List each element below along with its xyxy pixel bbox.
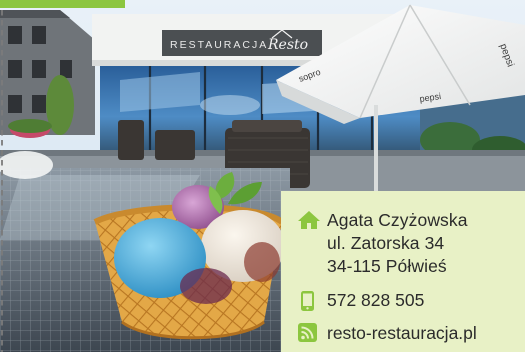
home-icon xyxy=(298,211,320,229)
advert-frame: RESTAURACJA Resto sopro pepsi pepsi Agat… xyxy=(0,0,525,352)
postal-city: 34-115 Półwieś xyxy=(327,256,447,276)
contact-name: Agata Czyżowska xyxy=(327,210,468,230)
accent-tab xyxy=(0,0,125,8)
address-block: Agata Czyżowska ul. Zatorska 34 34-115 P… xyxy=(327,209,468,278)
sign-logo: Resto xyxy=(267,37,308,53)
contact-card: Agata Czyżowska ul. Zatorska 34 34-115 P… xyxy=(281,191,525,352)
sign-text: RESTAURACJA xyxy=(170,39,268,51)
mobile-phone-icon xyxy=(301,291,314,311)
rss-icon xyxy=(298,323,317,342)
street-address: ul. Zatorska 34 xyxy=(327,233,445,253)
phone-number[interactable]: 572 828 505 xyxy=(327,289,424,312)
website-row: resto-restauracja.pl xyxy=(297,322,525,345)
website-link[interactable]: resto-restauracja.pl xyxy=(327,322,477,345)
phone-row: 572 828 505 xyxy=(297,289,525,312)
dashed-border xyxy=(1,0,3,352)
address-row: Agata Czyżowska ul. Zatorska 34 34-115 P… xyxy=(297,209,525,278)
